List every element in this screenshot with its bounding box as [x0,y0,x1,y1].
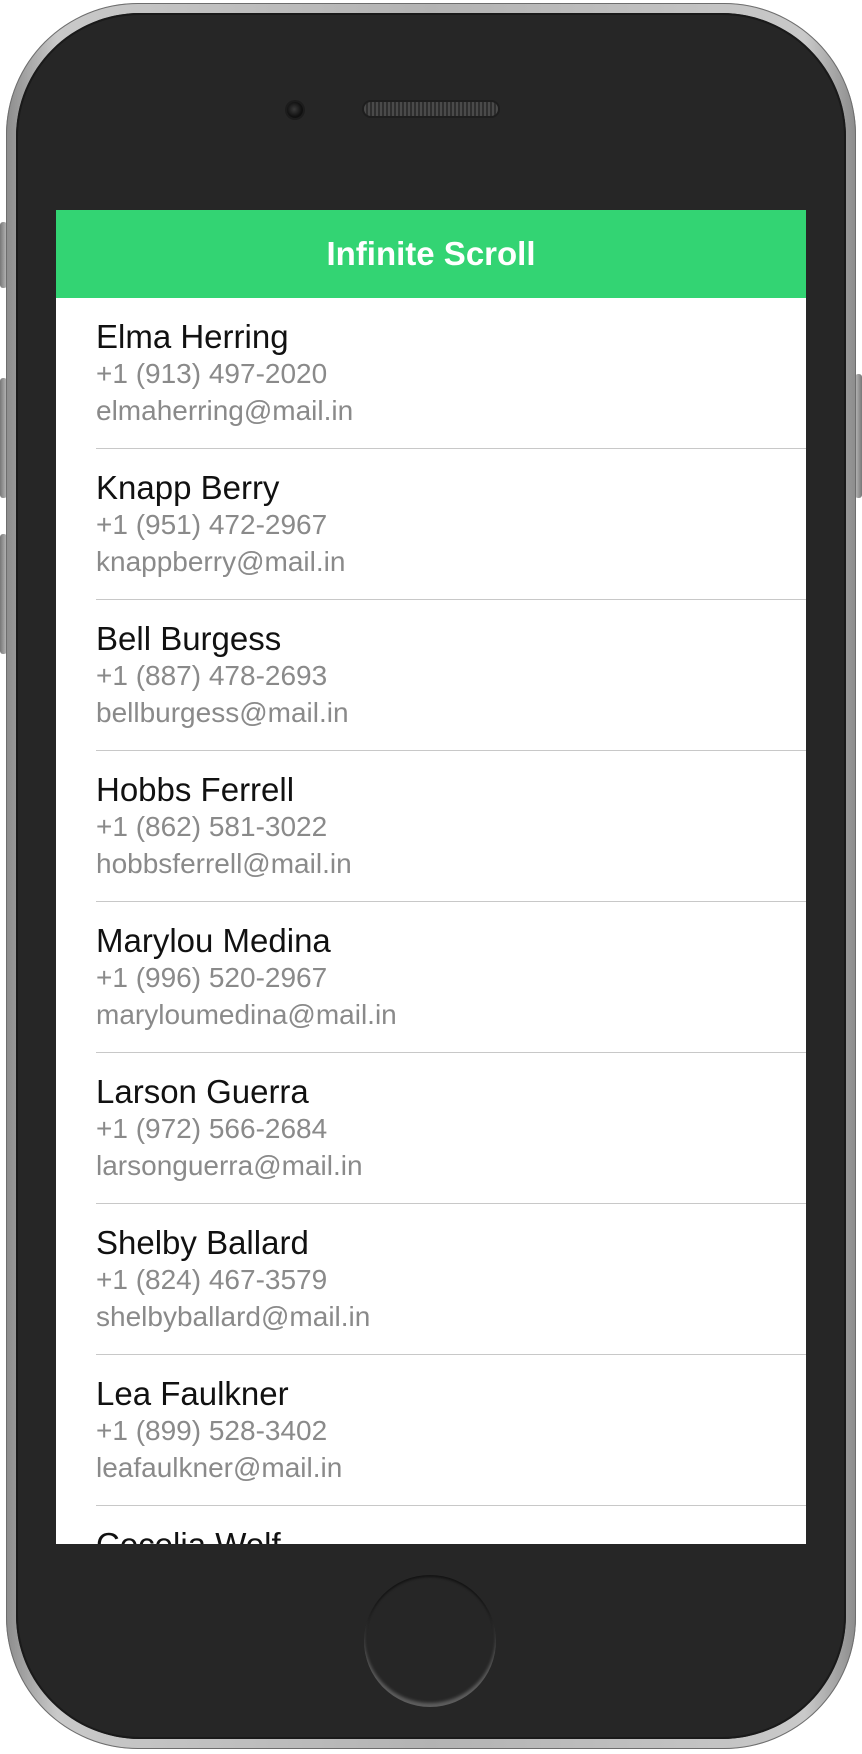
contact-phone: +1 (899) 528-3402 [96,1415,328,1446]
list-item[interactable]: Hobbs Ferrell +1 (862) 581-3022 hobbsfer… [56,751,806,902]
contact-name: Cecelia Wolf [96,1526,281,1544]
earpiece-speaker [364,102,498,116]
list-item[interactable]: Marylou Medina +1 (996) 520-2967 marylou… [56,902,806,1053]
app-screen: Infinite Scroll Elma Herring +1 (913) 49… [56,210,806,1544]
contact-list[interactable]: Elma Herring +1 (913) 497-2020 elmaherri… [56,298,806,1544]
home-button[interactable] [364,1575,496,1707]
list-item[interactable]: Elma Herring +1 (913) 497-2020 elmaherri… [56,298,806,449]
contact-name: Shelby Ballard [96,1224,309,1261]
contact-email: leafaulkner@mail.in [96,1452,343,1483]
contact-phone: +1 (913) 497-2020 [96,358,328,389]
contact-name: Larson Guerra [96,1073,309,1110]
contact-phone: +1 (996) 520-2967 [96,962,328,993]
page-title: Infinite Scroll [326,235,536,272]
navigation-bar: Infinite Scroll [56,210,806,298]
contact-phone: +1 (951) 472-2967 [96,509,328,540]
contact-email: knappberry@mail.in [96,546,346,577]
contact-phone: +1 (972) 566-2684 [96,1113,328,1144]
contact-phone: +1 (887) 478-2693 [96,660,328,691]
contact-email: larsonguerra@mail.in [96,1150,363,1181]
list-item[interactable]: Cecelia Wolf [56,1506,806,1544]
front-camera-icon [287,102,303,118]
contact-name: Bell Burgess [96,620,282,657]
device-stage: Infinite Scroll Elma Herring +1 (913) 49… [0,0,862,1754]
contact-name: Lea Faulkner [96,1375,289,1412]
contact-email: hobbsferrell@mail.in [96,848,352,879]
contact-name: Elma Herring [96,318,289,355]
list-item[interactable]: Lea Faulkner +1 (899) 528-3402 leafaulkn… [56,1355,806,1506]
list-item[interactable]: Knapp Berry +1 (951) 472-2967 knappberry… [56,449,806,600]
contact-name: Knapp Berry [96,469,280,506]
list-item[interactable]: Larson Guerra +1 (972) 566-2684 larsongu… [56,1053,806,1204]
power-button [855,374,862,498]
contact-name: Marylou Medina [96,922,331,959]
list-item[interactable]: Shelby Ballard +1 (824) 467-3579 shelbyb… [56,1204,806,1355]
contact-email: elmaherring@mail.in [96,395,354,426]
list-item[interactable]: Bell Burgess +1 (887) 478-2693 bellburge… [56,600,806,751]
contact-email: maryloumedina@mail.in [96,999,397,1030]
contact-email: bellburgess@mail.in [96,697,349,728]
contact-name: Hobbs Ferrell [96,771,295,808]
contact-email: shelbyballard@mail.in [96,1301,371,1332]
contact-phone: +1 (824) 467-3579 [96,1264,328,1295]
contact-phone: +1 (862) 581-3022 [96,811,328,842]
